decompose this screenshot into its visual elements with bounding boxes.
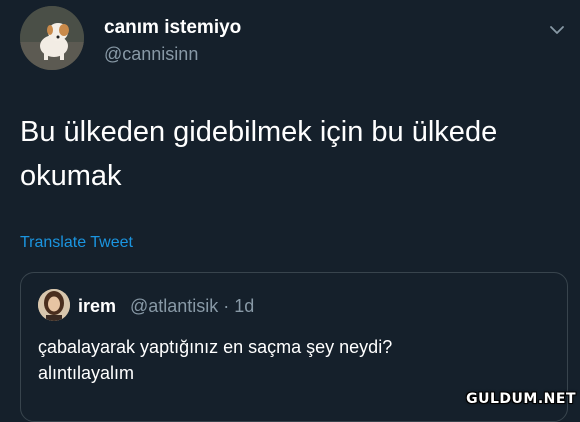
- quoted-tweet-text: çabalayarak yaptığınız en saçma şey neyd…: [38, 334, 538, 386]
- quoted-text-line-2: alıntılayalım: [38, 363, 135, 383]
- tweet-text-line-2: okumak: [20, 160, 122, 192]
- profile-avatar[interactable]: [20, 6, 84, 70]
- display-name[interactable]: canım istemiyo: [104, 17, 241, 39]
- translate-tweet-link[interactable]: Translate Tweet: [20, 234, 133, 252]
- quoted-handle-time[interactable]: @atlantisik · 1d: [130, 296, 254, 317]
- watermark-logo: GULDUM.NET: [466, 391, 576, 407]
- puppy-photo-icon: [20, 6, 84, 70]
- tweet-text: Bu ülkeden gidebilmek için bu ülkede oku…: [20, 110, 560, 198]
- quoted-display-name[interactable]: irem: [78, 296, 116, 317]
- quoted-text-line-1: çabalayarak yaptığınız en saçma şey neyd…: [38, 337, 393, 357]
- woman-portrait-photo-icon: [38, 289, 70, 321]
- tweet-text-line-1: Bu ülkeden gidebilmek için bu ülkede: [20, 116, 498, 148]
- chevron-down-icon[interactable]: [549, 22, 565, 38]
- user-handle[interactable]: @cannisinn: [104, 44, 198, 65]
- quoted-avatar[interactable]: [38, 289, 70, 321]
